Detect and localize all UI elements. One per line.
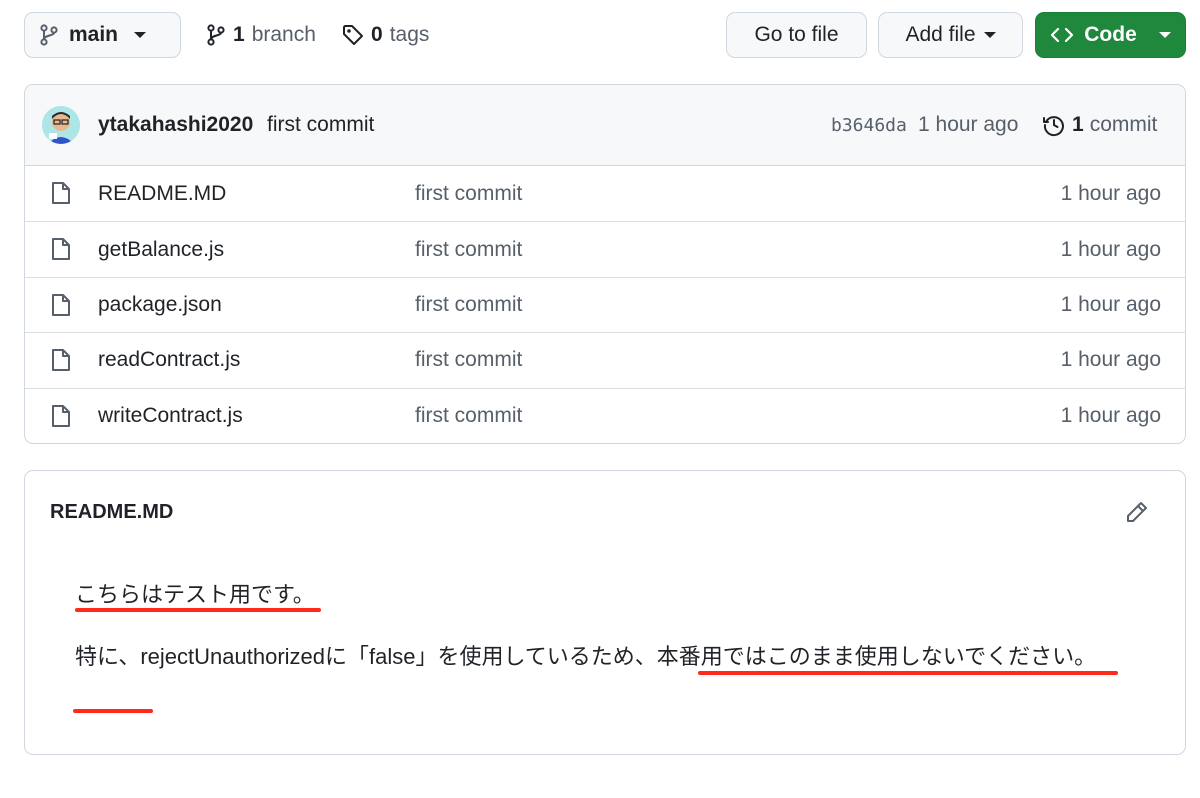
commit-time: 1 hour ago xyxy=(918,113,1019,136)
file-commit-message-link[interactable]: first commit xyxy=(415,182,522,206)
branches-label: branch xyxy=(251,23,316,46)
file-name-link[interactable]: readContract.js xyxy=(98,348,240,372)
code-button[interactable]: Code xyxy=(1035,12,1186,58)
chevron-down-icon xyxy=(134,32,147,38)
file-name-link[interactable]: writeContract.js xyxy=(98,404,243,428)
annotation-underline xyxy=(73,709,153,713)
add-file-label: Add file xyxy=(905,23,976,46)
file-commit-message-link[interactable]: first commit xyxy=(415,404,522,428)
file-rows: README.MD first commit 1 hour ago getBal… xyxy=(25,166,1185,443)
history-icon xyxy=(1042,113,1066,137)
file-icon xyxy=(51,181,71,205)
table-row: package.json first commit 1 hour ago xyxy=(25,276,1185,332)
file-commit-message-link[interactable]: first commit xyxy=(415,238,522,262)
code-label: Code xyxy=(1084,23,1137,46)
commit-history-link[interactable]: 1 commit xyxy=(1042,113,1157,137)
go-to-file-button[interactable]: Go to file xyxy=(726,12,867,58)
file-commit-time: 1 hour ago xyxy=(1060,292,1161,316)
avatar[interactable] xyxy=(42,106,80,144)
branches-count: 1 xyxy=(233,23,245,46)
pencil-icon[interactable] xyxy=(1125,500,1149,524)
file-icon xyxy=(51,237,71,261)
readme-paragraph-2: 特に、rejectUnauthorizedに「false」を使用しているため、本… xyxy=(75,644,1097,669)
readme-box: README.MD こちらはテスト用です。 特に、rejectUnauthori… xyxy=(24,470,1186,755)
annotation-underline xyxy=(698,671,1118,675)
readme-title: README.MD xyxy=(50,501,174,523)
tags-label: tags xyxy=(389,23,430,46)
file-commit-time: 1 hour ago xyxy=(1060,348,1161,372)
tag-icon xyxy=(342,24,364,46)
file-name-link[interactable]: getBalance.js xyxy=(98,238,224,262)
go-to-file-label: Go to file xyxy=(754,23,839,46)
file-icon xyxy=(51,404,71,428)
commit-message-link[interactable]: first commit xyxy=(267,113,374,137)
file-name-link[interactable]: README.MD xyxy=(98,182,226,206)
commit-sha-link[interactable]: b3646da xyxy=(831,115,907,136)
chevron-down-icon xyxy=(983,32,996,38)
file-name-link[interactable]: package.json xyxy=(98,293,222,317)
branch-name: main xyxy=(69,23,119,46)
repo-toolbar: main 1 branch 0 tags Go to file Add file xyxy=(24,12,1186,60)
branch-selector-button[interactable]: main xyxy=(24,12,181,58)
chevron-down-icon xyxy=(1158,32,1171,38)
readme-paragraph-1: こちらはテスト用です。 xyxy=(75,582,315,607)
tags-count: 0 xyxy=(371,23,383,46)
add-file-button[interactable]: Add file xyxy=(878,12,1023,58)
table-row: writeContract.js first commit 1 hour ago xyxy=(25,387,1185,443)
table-row: README.MD first commit 1 hour ago xyxy=(25,166,1185,221)
file-commit-message-link[interactable]: first commit xyxy=(415,293,522,317)
table-row: readContract.js first commit 1 hour ago xyxy=(25,332,1185,387)
annotation-underline xyxy=(75,608,321,612)
git-branch-icon xyxy=(39,24,59,46)
file-list-box: ytakahashi2020 first commit b3646da 1 ho… xyxy=(24,84,1186,444)
table-row: getBalance.js first commit 1 hour ago xyxy=(25,221,1185,276)
commit-count-label: commit xyxy=(1089,113,1158,136)
file-icon xyxy=(51,348,71,372)
commit-author-link[interactable]: ytakahashi2020 xyxy=(98,113,253,137)
branches-link[interactable]: 1 branch xyxy=(206,12,316,58)
latest-commit-bar: ytakahashi2020 first commit b3646da 1 ho… xyxy=(25,85,1185,166)
code-icon xyxy=(1050,26,1074,44)
file-commit-message-link[interactable]: first commit xyxy=(415,348,522,372)
file-commit-time: 1 hour ago xyxy=(1060,237,1161,261)
git-branch-icon xyxy=(206,24,226,46)
file-commit-time: 1 hour ago xyxy=(1060,403,1161,427)
commit-count: 1 xyxy=(1072,113,1084,136)
file-icon xyxy=(51,293,71,317)
tags-link[interactable]: 0 tags xyxy=(342,12,429,58)
file-commit-time: 1 hour ago xyxy=(1060,181,1161,205)
